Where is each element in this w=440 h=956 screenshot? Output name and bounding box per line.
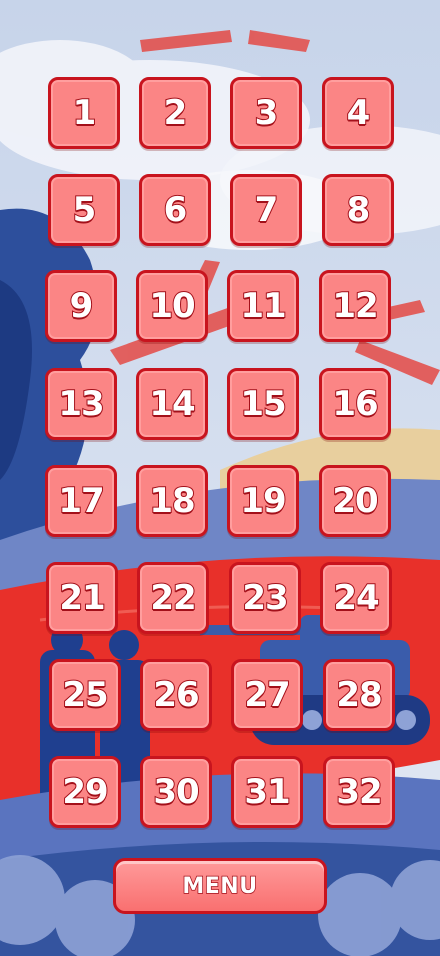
level-number-label: 8	[346, 189, 372, 231]
level-number-label: 28	[335, 674, 383, 716]
level-number-label: 20	[331, 480, 379, 522]
level-button-29[interactable]: 29	[49, 756, 121, 828]
level-number-label: 16	[331, 383, 379, 425]
level-button-24[interactable]: 24	[320, 562, 392, 634]
level-button-23[interactable]: 23	[229, 562, 301, 634]
level-button-5[interactable]: 5	[48, 174, 120, 246]
level-button-11[interactable]: 11	[227, 270, 299, 342]
level-number-label: 12	[331, 285, 379, 327]
level-button-10[interactable]: 10	[136, 270, 208, 342]
level-number-label: 19	[239, 480, 287, 522]
level-number-label: 1	[72, 92, 98, 134]
level-button-32[interactable]: 32	[323, 756, 395, 828]
level-button-16[interactable]: 16	[319, 368, 391, 440]
level-number-label: 21	[58, 577, 106, 619]
level-button-8[interactable]: 8	[322, 174, 394, 246]
level-button-7[interactable]: 7	[230, 174, 302, 246]
level-button-21[interactable]: 21	[46, 562, 118, 634]
level-number-label: 13	[57, 383, 105, 425]
level-number-label: 29	[61, 771, 109, 813]
level-button-25[interactable]: 25	[49, 659, 121, 731]
level-number-label: 23	[241, 577, 289, 619]
level-number-label: 10	[148, 285, 196, 327]
level-button-26[interactable]: 26	[140, 659, 212, 731]
level-button-4[interactable]: 4	[322, 77, 394, 149]
level-number-label: 3	[254, 92, 280, 134]
level-button-30[interactable]: 30	[140, 756, 212, 828]
level-button-28[interactable]: 28	[323, 659, 395, 731]
level-number-label: 22	[149, 577, 197, 619]
level-number-label: 27	[243, 674, 291, 716]
level-button-14[interactable]: 14	[136, 368, 208, 440]
level-button-12[interactable]: 12	[319, 270, 391, 342]
level-button-27[interactable]: 27	[231, 659, 303, 731]
menu-button-label: MENU	[182, 873, 258, 900]
level-button-19[interactable]: 19	[227, 465, 299, 537]
level-number-label: 6	[163, 189, 189, 231]
level-button-1[interactable]: 1	[48, 77, 120, 149]
level-button-18[interactable]: 18	[136, 465, 208, 537]
level-button-15[interactable]: 15	[227, 368, 299, 440]
level-button-20[interactable]: 20	[319, 465, 391, 537]
level-button-31[interactable]: 31	[231, 756, 303, 828]
level-button-17[interactable]: 17	[45, 465, 117, 537]
level-number-label: 14	[148, 383, 196, 425]
level-number-label: 5	[72, 189, 98, 231]
level-number-label: 15	[239, 383, 287, 425]
level-number-label: 9	[69, 285, 95, 327]
level-number-label: 11	[239, 285, 287, 327]
level-number-label: 32	[335, 771, 383, 813]
level-number-label: 31	[243, 771, 291, 813]
level-number-label: 4	[346, 92, 372, 134]
level-button-13[interactable]: 13	[45, 368, 117, 440]
level-button-9[interactable]: 9	[45, 270, 117, 342]
menu-button[interactable]: MENU	[113, 858, 327, 914]
level-number-label: 24	[332, 577, 380, 619]
level-number-label: 30	[152, 771, 200, 813]
level-number-label: 7	[254, 189, 280, 231]
level-number-label: 25	[61, 674, 109, 716]
level-number-label: 2	[163, 92, 189, 134]
level-button-22[interactable]: 22	[137, 562, 209, 634]
level-number-label: 18	[148, 480, 196, 522]
level-button-6[interactable]: 6	[139, 174, 211, 246]
level-button-2[interactable]: 2	[139, 77, 211, 149]
level-number-label: 26	[152, 674, 200, 716]
level-button-3[interactable]: 3	[230, 77, 302, 149]
level-number-label: 17	[57, 480, 105, 522]
